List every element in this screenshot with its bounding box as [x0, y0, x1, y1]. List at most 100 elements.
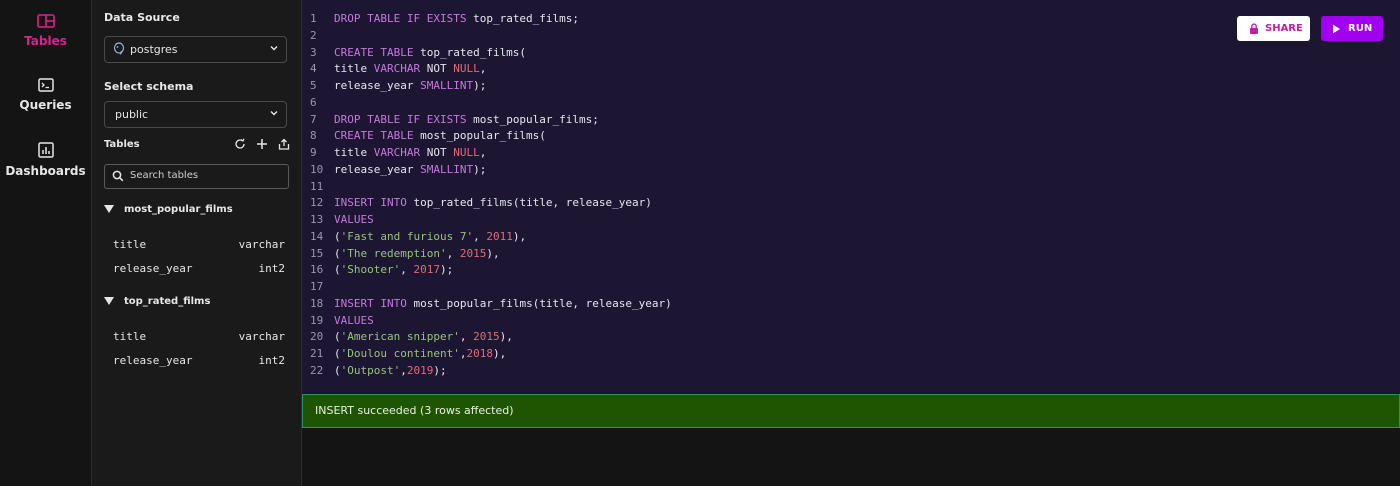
nav-item-dashboards[interactable]: Dashboards: [0, 142, 91, 178]
code-line: 13 VALUES: [302, 212, 672, 229]
code-token: (: [334, 246, 341, 260]
code-token: (: [334, 347, 341, 360]
code-token: );: [473, 79, 487, 92]
line-number: 1: [310, 12, 317, 25]
code-token: ),: [492, 347, 507, 360]
code-token: ,: [473, 229, 487, 243]
table-name: most_popular_films: [124, 204, 233, 215]
code-token: 2011: [486, 229, 513, 243]
column-name: title: [113, 330, 147, 343]
line-number: 8: [310, 129, 317, 143]
play-icon: [1333, 24, 1340, 34]
code-token: (: [334, 363, 341, 377]
collapse-triangle-icon: [104, 205, 114, 213]
add-icon[interactable]: [256, 138, 268, 150]
code-line: 5 release_year SMALLINT);: [302, 78, 672, 95]
line-number: 12: [310, 196, 324, 210]
code-token: CREATE TABLE: [334, 45, 421, 59]
code-line: 4 title VARCHAR NOT NULL,: [302, 61, 672, 78]
code-token: NULL: [453, 62, 480, 76]
code-token: DROP TABLE IF EXISTS: [334, 112, 474, 126]
chevron-down-icon: [270, 111, 278, 116]
line-number: 9: [310, 146, 317, 159]
code-token: CREATE TABLE: [334, 129, 421, 143]
line-number: 18: [310, 296, 324, 310]
run-button[interactable]: RUN: [1321, 16, 1383, 41]
code-token: (: [334, 229, 341, 243]
column-type: varchar: [238, 330, 285, 343]
code-token: );: [439, 263, 454, 277]
code-token: top_rated_films(: [420, 45, 527, 59]
column-row: title varchar: [113, 238, 285, 251]
code-token: ,: [459, 330, 474, 344]
column-type: varchar: [238, 238, 285, 251]
column-name: release_year: [113, 262, 193, 275]
line-number: 13: [310, 213, 324, 226]
code-line: 10 release_year SMALLINT);: [302, 162, 672, 179]
code-token: NOT: [426, 62, 454, 76]
code-token: 2018: [466, 347, 493, 360]
column-name: release_year: [113, 354, 193, 367]
share-button[interactable]: SHARE: [1237, 16, 1310, 41]
code-line: 1 DROP TABLE IF EXISTS top_rated_films;: [302, 11, 672, 28]
table-name: top_rated_films: [124, 296, 211, 307]
search-tables-field[interactable]: Search tables: [104, 164, 289, 189]
code-token: NOT: [426, 146, 454, 159]
code-token: VALUES: [334, 313, 374, 327]
code-token: 2015: [459, 246, 487, 260]
run-label: RUN: [1348, 23, 1373, 34]
sql-editor[interactable]: 1 DROP TABLE IF EXISTS top_rated_films; 2 3…: [302, 0, 1400, 393]
line-number: 22: [310, 363, 324, 377]
nav-item-queries[interactable]: Queries: [0, 78, 91, 112]
code-line: 14 ('Fast and furious 7', 2011),: [302, 229, 672, 246]
code-token: ,: [400, 363, 407, 377]
column-row: release_year int2: [113, 354, 285, 367]
search-icon: [112, 170, 124, 182]
column-type: int2: [258, 262, 286, 275]
lock-icon: [1250, 23, 1258, 34]
column-type: int2: [258, 354, 286, 367]
upload-icon[interactable]: [278, 138, 290, 150]
code-token: 'Outpost': [340, 363, 401, 377]
code-line: 21 ('Doulou continent',2018),: [302, 346, 672, 363]
code-line: 15 ('The redemption', 2015),: [302, 246, 672, 263]
data-source-value: postgres: [130, 43, 178, 56]
code-line: 19 VALUES: [302, 313, 672, 330]
code-token: VALUES: [334, 213, 374, 226]
code-token: 'Fast and furious 7': [340, 229, 474, 243]
column-name: title: [113, 238, 147, 251]
line-number: 6: [310, 95, 317, 109]
line-number: 10: [310, 162, 324, 176]
table-node-most-popular-films[interactable]: most_popular_films: [104, 204, 233, 215]
tables-icon: [36, 14, 55, 28]
code-token: ,: [479, 62, 487, 76]
code-token: release_year: [334, 79, 421, 92]
table-node-top-rated-films[interactable]: top_rated_films: [104, 296, 210, 307]
search-placeholder: Search tables: [130, 170, 199, 181]
line-number: 14: [310, 229, 324, 243]
line-number: 16: [310, 263, 324, 277]
line-number: 15: [310, 246, 324, 260]
code-line: 9 title VARCHAR NOT NULL,: [302, 145, 672, 162]
code-token: title: [334, 62, 374, 76]
code-token: );: [433, 363, 447, 377]
share-label: SHARE: [1265, 23, 1303, 34]
refresh-icon[interactable]: [234, 138, 246, 150]
code-token: release_year: [334, 162, 421, 176]
chevron-down-icon: [270, 46, 278, 51]
code-token: ,: [400, 263, 414, 277]
status-bar: INSERT succeeded (3 rows affected): [302, 394, 1400, 428]
schema-select[interactable]: public: [104, 101, 287, 128]
code-token: most_popular_films;: [473, 112, 599, 126]
column-row: release_year int2: [113, 262, 285, 275]
code-token: VARCHAR: [373, 146, 427, 159]
data-source-select[interactable]: postgres: [104, 36, 287, 63]
nav-item-tables[interactable]: Tables: [0, 14, 91, 48]
line-number: 20: [310, 330, 324, 344]
code-token: (: [334, 330, 341, 344]
code-area[interactable]: 1 DROP TABLE IF EXISTS top_rated_films; 2 3…: [302, 11, 672, 380]
code-token: INSERT INTO: [334, 196, 414, 210]
code-line: 2: [302, 28, 672, 45]
code-token: 2017: [413, 263, 440, 277]
code-token: INSERT INTO: [334, 296, 414, 310]
